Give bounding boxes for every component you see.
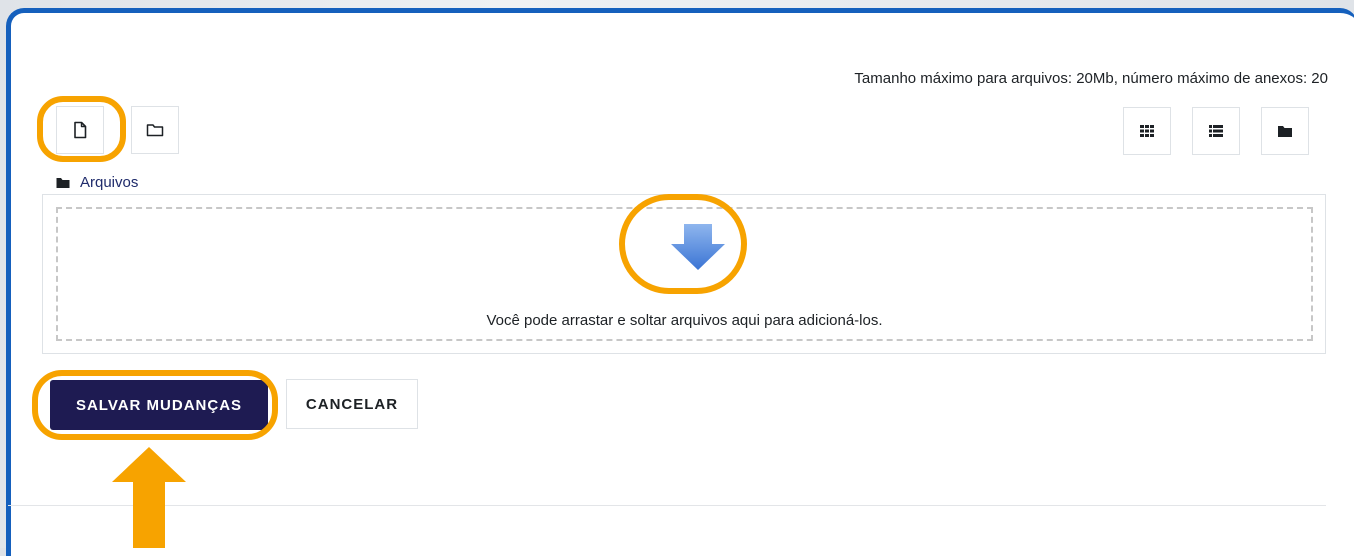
create-folder-button[interactable] bbox=[131, 106, 179, 154]
down-arrow-icon bbox=[671, 224, 725, 270]
save-changes-button[interactable]: SALVAR MUDANÇAS bbox=[50, 380, 268, 430]
list-icon bbox=[1209, 125, 1223, 137]
grid-icon bbox=[1140, 125, 1154, 137]
path-root-link[interactable]: Arquivos bbox=[80, 174, 138, 191]
dropzone-message: Você pode arrastar e soltar arquivos aqu… bbox=[486, 312, 883, 329]
folder-icon bbox=[56, 177, 70, 188]
dropzone[interactable]: Você pode arrastar e soltar arquivos aqu… bbox=[56, 207, 1313, 341]
view-tree-button[interactable] bbox=[1261, 107, 1309, 155]
file-icon bbox=[74, 121, 87, 139]
view-icons-button[interactable] bbox=[1123, 107, 1171, 155]
pointer-arrow-icon bbox=[112, 447, 186, 548]
add-file-button[interactable] bbox=[56, 106, 104, 154]
view-list-button[interactable] bbox=[1192, 107, 1240, 155]
folder-icon bbox=[1278, 126, 1292, 137]
file-limits-text: Tamanho máximo para arquivos: 20Mb, núme… bbox=[854, 70, 1328, 87]
cancel-button[interactable]: CANCELAR bbox=[286, 379, 418, 429]
file-drop-area[interactable]: Você pode arrastar e soltar arquivos aqu… bbox=[42, 194, 1326, 354]
divider bbox=[8, 505, 1326, 506]
folder-path: Arquivos bbox=[56, 174, 138, 191]
folder-outline-icon bbox=[146, 124, 164, 137]
